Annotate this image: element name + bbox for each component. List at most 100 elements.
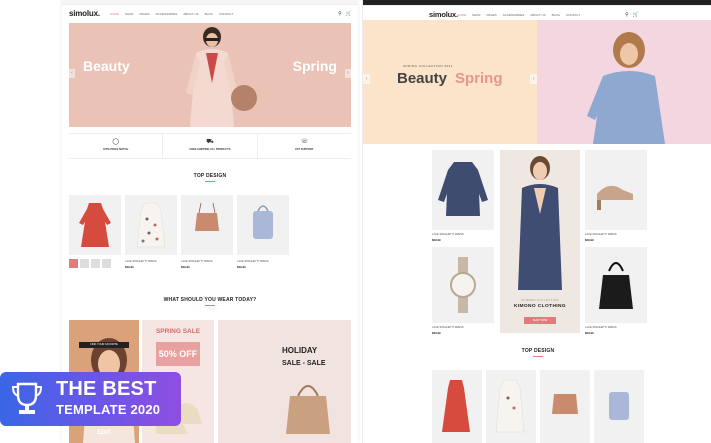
award-subtitle: TEMPLATE 2020 bbox=[56, 402, 161, 417]
truck-icon: ⛟ bbox=[206, 139, 214, 145]
banner-cta[interactable]: FIND YOUR FAVORITE bbox=[79, 342, 129, 348]
shop-now-button[interactable]: SHOP NOW bbox=[524, 317, 556, 324]
headset-icon: ☏ bbox=[300, 139, 309, 145]
kimono-title: KIMONO CLOTHING bbox=[513, 304, 567, 309]
product-card[interactable] bbox=[237, 195, 289, 255]
compare-button[interactable] bbox=[91, 259, 100, 268]
quickview-button[interactable] bbox=[102, 259, 111, 268]
chevron-left-icon[interactable]: ‹ bbox=[69, 69, 75, 78]
product-card[interactable] bbox=[486, 370, 536, 443]
product-card[interactable] bbox=[585, 247, 647, 323]
product-image-crop-top bbox=[552, 394, 578, 414]
section-divider bbox=[205, 305, 215, 306]
menu-item-pages[interactable]: PAGES bbox=[140, 12, 150, 16]
product-image-watch bbox=[450, 257, 476, 313]
cart-icon[interactable]: 🛒 bbox=[633, 12, 639, 18]
menu-item-shop[interactable]: SHOP bbox=[125, 12, 134, 16]
menu-item-contact[interactable]: CONTACT bbox=[219, 12, 233, 16]
banner-title: SPRING SALE bbox=[155, 328, 201, 335]
hero-banner: ‹ › SPRING COLLECTION 2021 Beauty Spring bbox=[363, 20, 711, 144]
product-card[interactable] bbox=[181, 195, 233, 255]
hero-title-left: Beauty bbox=[83, 58, 130, 74]
section-title-wear-today: WHAT SHOULD YOU WEAR TODAY? bbox=[163, 297, 257, 303]
product-image-backpack bbox=[609, 392, 629, 420]
wishlist-button[interactable] bbox=[80, 259, 89, 268]
search-icon[interactable]: ⚲ bbox=[625, 12, 629, 18]
product-image-floral-dress bbox=[136, 202, 166, 248]
feature-title: 24/7 SUPPORT bbox=[295, 148, 314, 151]
hero-title-b: Spring bbox=[455, 70, 503, 87]
banner-title: HOLIDAY bbox=[282, 346, 318, 355]
feature-item: ◯ 100% PRICE MATCH bbox=[69, 134, 164, 158]
product-price: $29.99 bbox=[585, 238, 594, 242]
hero-title-right: Spring bbox=[292, 58, 337, 74]
product-image-navy-blouse bbox=[438, 162, 488, 216]
handbag-image bbox=[286, 385, 330, 434]
chevron-right-icon[interactable]: › bbox=[345, 69, 351, 78]
search-icon[interactable]: ⚲ bbox=[338, 11, 342, 17]
banner-holiday-sale[interactable]: HOLIDAY SALE - SALE bbox=[218, 320, 351, 443]
product-label[interactable]: LACE SPAGHETTI DRESS bbox=[432, 326, 464, 329]
cart-icon[interactable]: 🛒 bbox=[346, 11, 352, 17]
product-label[interactable]: LACE SPAGHETTI DRESS bbox=[237, 260, 269, 263]
add-to-cart-button[interactable] bbox=[69, 259, 78, 268]
menu-item-about[interactable]: ABOUT US bbox=[183, 12, 198, 16]
product-card[interactable] bbox=[585, 150, 647, 230]
product-price: $29.99 bbox=[432, 238, 441, 242]
banner-title-2: EDIT bbox=[97, 430, 111, 436]
menu-item-accessories[interactable]: ACCESSORIES bbox=[503, 13, 525, 17]
menu-item-home[interactable]: HOME bbox=[457, 13, 466, 17]
banner-subtitle: SALE - SALE bbox=[282, 360, 326, 367]
menu-item-contact[interactable]: CONTACT bbox=[566, 13, 580, 17]
feature-title: FREE SHIPPING ALL PRODUCTS bbox=[189, 148, 231, 151]
product-price: $29.99 bbox=[432, 331, 441, 335]
kimono-feature-card[interactable]: SUMMER COLLECTION KIMONO CLOTHING SHOP N… bbox=[500, 150, 580, 333]
product-image-black-bag bbox=[599, 262, 633, 309]
product-image-red-dress bbox=[442, 380, 470, 432]
product-card[interactable] bbox=[432, 370, 482, 443]
hero-photo bbox=[537, 20, 711, 144]
product-label[interactable]: LACE SPAGHETTI DRESS bbox=[432, 233, 464, 236]
nav-icons: ⚲ 🛒 bbox=[338, 11, 352, 17]
product-card[interactable] bbox=[69, 195, 121, 255]
product-card[interactable] bbox=[594, 370, 644, 443]
chevron-left-icon[interactable]: ‹ bbox=[363, 74, 370, 84]
menu-item-shop[interactable]: SHOP bbox=[472, 13, 481, 17]
product-label[interactable]: LACE SPAGHETTI DRESS bbox=[125, 260, 157, 263]
product-label[interactable]: LACE SPAGHETTI DRESS bbox=[585, 233, 617, 236]
best-template-award-badge: THE BEST TEMPLATE 2020 bbox=[0, 372, 181, 426]
product-label[interactable]: LACE SPAGHETTI DRESS bbox=[181, 260, 213, 263]
product-label[interactable]: LACE SPAGHETTI DRESS bbox=[585, 326, 617, 329]
top-strip bbox=[62, 0, 358, 5]
menu-item-about[interactable]: ABOUT US bbox=[530, 13, 545, 17]
hero-banner: ‹ › Beauty Spring bbox=[69, 23, 351, 127]
menu-item-blog[interactable]: BLOG bbox=[552, 13, 560, 17]
hero-shop-badge[interactable] bbox=[231, 85, 257, 111]
product-card[interactable] bbox=[125, 195, 177, 255]
chevron-right-icon[interactable]: › bbox=[530, 74, 537, 84]
product-card[interactable] bbox=[540, 370, 590, 443]
product-card[interactable] bbox=[432, 150, 494, 230]
main-menu: HOME SHOP PAGES ACCESSORIES ABOUT US BLO… bbox=[110, 12, 233, 16]
menu-item-blog[interactable]: BLOG bbox=[205, 12, 213, 16]
features-row: ◯ 100% PRICE MATCH ⛟ FREE SHIPPING ALL P… bbox=[69, 133, 351, 159]
logo[interactable]: simolux. bbox=[69, 9, 100, 18]
navbar: simolux. HOME SHOP PAGES ACCESSORIES ABO… bbox=[62, 6, 358, 22]
trophy-icon bbox=[11, 382, 43, 414]
award-title: THE BEST bbox=[56, 378, 157, 400]
section-title-top-design: TOP DESIGN bbox=[521, 348, 555, 354]
logo[interactable]: simolux. bbox=[429, 10, 458, 19]
feature-item: ☏ 24/7 SUPPORT bbox=[258, 134, 351, 158]
section-divider bbox=[533, 356, 543, 357]
product-actions bbox=[69, 259, 111, 268]
hero-model-image bbox=[587, 32, 665, 144]
menu-item-pages[interactable]: PAGES bbox=[487, 13, 497, 17]
product-image-red-dress bbox=[79, 203, 111, 247]
product-image-backpack bbox=[253, 205, 273, 239]
product-image-heel bbox=[597, 185, 633, 210]
main-menu: HOME SHOP PAGES ACCESSORIES ABOUT US BLO… bbox=[457, 13, 580, 17]
menu-item-accessories[interactable]: ACCESSORIES bbox=[156, 12, 178, 16]
product-card[interactable] bbox=[432, 247, 494, 323]
menu-item-home[interactable]: HOME bbox=[110, 12, 119, 16]
showcase-canvas: simolux. HOME SHOP PAGES ACCESSORIES ABO… bbox=[0, 0, 711, 443]
